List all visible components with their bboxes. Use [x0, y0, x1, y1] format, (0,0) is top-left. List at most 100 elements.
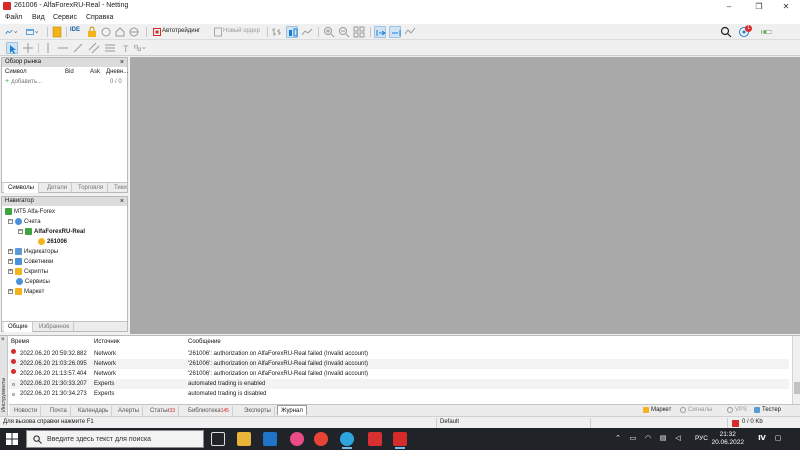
journal-row[interactable]: 2022.06.20 20:59:32.882 Network '261006': …	[9, 349, 789, 359]
lock-icon[interactable]	[86, 26, 98, 38]
channel-tool-icon[interactable]	[88, 42, 100, 54]
metatrader-icon[interactable]	[393, 432, 407, 449]
chart-shift-icon[interactable]	[389, 26, 401, 38]
tab-trading[interactable]: Торговля	[74, 183, 109, 193]
expand-icon[interactable]: +	[8, 269, 13, 274]
cursor-tool-icon[interactable]	[6, 42, 18, 54]
nav-scripts[interactable]: + Скрипты	[8, 268, 48, 275]
column-ask[interactable]: Ask	[90, 69, 100, 75]
menu-view[interactable]: Вид	[32, 14, 45, 21]
column-symbol[interactable]: Символ	[5, 69, 27, 75]
link-market[interactable]: Маркет	[643, 407, 671, 413]
signals-icon[interactable]	[100, 26, 112, 38]
tab-calendar[interactable]: Календарь	[75, 406, 113, 416]
journal-row[interactable]: 2022.06.20 21:13:57.404 Network '261006': …	[9, 369, 789, 379]
autotrading-icon[interactable]	[151, 26, 161, 38]
close-icon[interactable]: ×	[120, 58, 124, 67]
mail-icon[interactable]	[263, 432, 277, 446]
minimize-button[interactable]: –	[715, 0, 743, 13]
tab-alerts[interactable]: Алерты	[115, 406, 144, 416]
close-window-button[interactable]: ✕	[772, 0, 800, 13]
vertical-line-tool-icon[interactable]	[42, 42, 54, 54]
menu-file[interactable]: Файл	[5, 14, 22, 21]
column-change[interactable]: Дневн...	[106, 69, 128, 75]
telegram-icon[interactable]	[340, 432, 354, 449]
candlestick-chart-icon[interactable]	[286, 26, 298, 38]
tray-folder-icon[interactable]: ▤	[659, 435, 667, 443]
add-symbol-row[interactable]: + добавить...	[5, 78, 42, 85]
nav-root[interactable]: MT5 Alfa-Forex	[5, 208, 55, 215]
tray-language[interactable]: РУС	[695, 435, 708, 442]
tab-journal[interactable]: Журнал	[277, 405, 307, 415]
link-tester[interactable]: Тестер	[754, 407, 781, 413]
menu-tools[interactable]: Сервис	[53, 14, 77, 21]
nav-server[interactable]: − AlfaForexRU-Real	[18, 228, 85, 235]
connection-status-icon[interactable]	[760, 26, 786, 38]
trendline-tool-icon[interactable]	[72, 42, 84, 54]
expand-icon[interactable]: +	[8, 289, 13, 294]
paint-icon[interactable]	[290, 432, 304, 446]
crosshair-tool-icon[interactable]	[22, 42, 34, 54]
expand-icon[interactable]: +	[8, 259, 13, 264]
market-home-icon[interactable]	[114, 26, 126, 38]
indicators-icon[interactable]	[404, 26, 416, 38]
nav-services[interactable]: Сервисы	[16, 278, 50, 285]
tab-favorites[interactable]: Избранное	[35, 322, 75, 332]
header-message[interactable]: Сообщение	[188, 339, 221, 348]
market-watch-toggle-icon[interactable]	[51, 26, 63, 38]
search-icon[interactable]	[720, 26, 732, 38]
collapse-icon[interactable]: −	[8, 219, 13, 224]
profiles-button[interactable]	[26, 26, 44, 38]
chart-workspace[interactable]	[130, 57, 800, 334]
bar-chart-icon[interactable]	[271, 26, 283, 38]
tab-common[interactable]: Общие	[4, 322, 33, 332]
windows-start-icon[interactable]	[6, 433, 18, 445]
vps-icon[interactable]	[128, 26, 140, 38]
tab-news[interactable]: Новости	[11, 406, 42, 416]
text-tool-icon[interactable]: T	[120, 42, 132, 54]
tab-articles[interactable]: Статьи33	[147, 406, 180, 416]
close-icon[interactable]: ×	[1, 337, 5, 343]
nav-account[interactable]: 261006	[38, 238, 67, 245]
mt5-alt-icon[interactable]	[368, 432, 382, 446]
link-vps[interactable]: VPS	[727, 407, 747, 413]
collapse-icon[interactable]: −	[18, 229, 23, 234]
tray-network-icon[interactable]: ◠	[644, 435, 652, 443]
notification-center-icon[interactable]: ▢	[774, 435, 782, 443]
column-bid[interactable]: Bid	[65, 69, 74, 75]
tab-library[interactable]: Библиотека145	[185, 406, 233, 416]
maximize-button[interactable]: ❐	[745, 0, 773, 13]
menu-help[interactable]: Справка	[86, 14, 113, 21]
horizontal-line-tool-icon[interactable]	[57, 42, 69, 54]
tab-mailbox[interactable]: Почта	[47, 406, 71, 416]
header-source[interactable]: Источник	[94, 339, 120, 348]
chrome-icon[interactable]	[314, 432, 328, 446]
task-view-icon[interactable]	[211, 432, 225, 446]
shapes-dropdown-icon[interactable]	[134, 42, 152, 54]
tab-experts[interactable]: Эксперты	[241, 406, 275, 416]
fibonacci-tool-icon[interactable]	[104, 42, 116, 54]
tab-symbols[interactable]: Символы	[4, 183, 39, 193]
ide-button[interactable]: IDE	[70, 27, 80, 33]
tab-ticks[interactable]: Тики	[110, 183, 132, 193]
nav-experts[interactable]: + Советники	[8, 258, 53, 265]
new-order-icon[interactable]	[212, 26, 222, 38]
expand-icon[interactable]: +	[8, 249, 13, 254]
scrollbar-thumb[interactable]	[794, 382, 800, 394]
nav-accounts[interactable]: − Счета	[8, 218, 41, 225]
journal-row[interactable]: 2022.06.20 21:03:26.095 Network '261006': …	[9, 359, 789, 369]
tab-details[interactable]: Детали	[43, 183, 73, 193]
taskbar-search-box[interactable]: Введите здесь текст для поиска	[26, 430, 204, 448]
line-chart-icon[interactable]	[301, 26, 313, 38]
new-chart-button[interactable]	[5, 26, 23, 38]
tray-monitor-icon[interactable]: ▭	[629, 435, 637, 443]
new-order-button[interactable]: Новый ордер	[223, 28, 260, 34]
header-time[interactable]: Время	[11, 339, 29, 348]
tile-windows-icon[interactable]	[353, 26, 365, 38]
zoom-in-icon[interactable]	[323, 26, 335, 38]
journal-row[interactable]: 2022.06.20 21:30:33.207 Experts automated …	[9, 379, 789, 389]
close-icon[interactable]: ×	[120, 197, 124, 206]
autotrading-button[interactable]: Автотрейдинг	[162, 28, 200, 34]
journal-scrollbar[interactable]	[792, 336, 800, 404]
link-signals[interactable]: Сигналы	[680, 407, 712, 413]
